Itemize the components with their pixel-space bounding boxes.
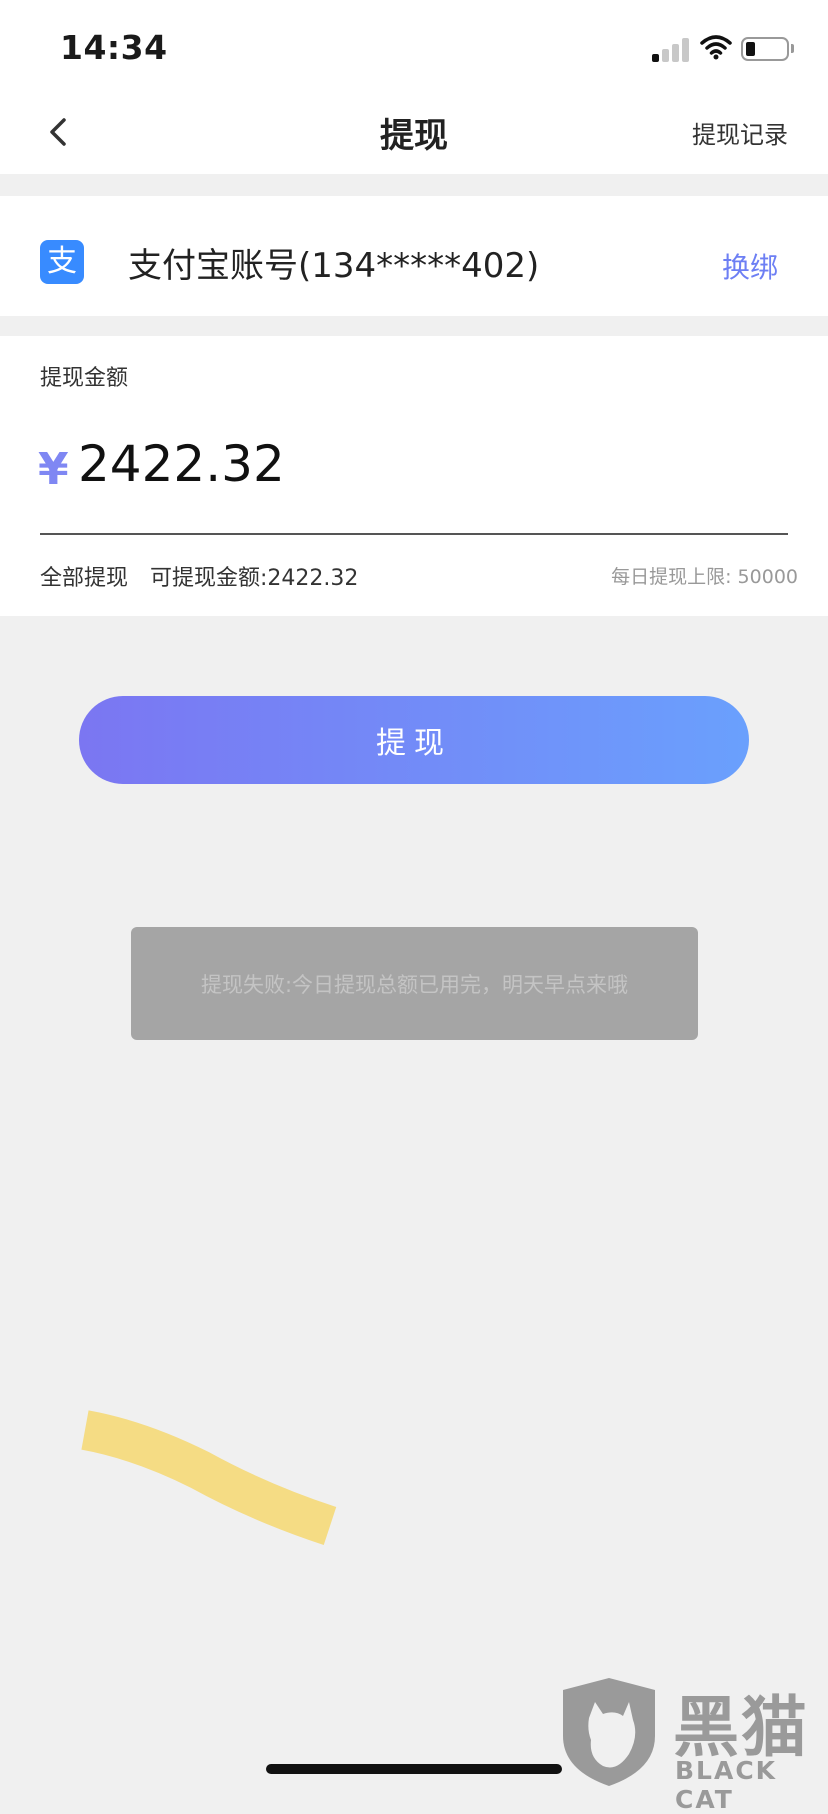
amount-underline: [40, 533, 788, 535]
watermark-en: BLACK CAT: [675, 1756, 778, 1814]
watermark: 黑猫 BLACK CAT: [555, 1672, 828, 1814]
currency-symbol: ¥: [38, 444, 69, 495]
available-amount: 可提现金额:2422.32: [150, 566, 359, 591]
amount-input[interactable]: [78, 434, 578, 494]
battery-level: [746, 42, 755, 56]
daily-limit: 每日提现上限: 50000: [611, 566, 798, 588]
battery-icon: [741, 37, 789, 61]
toast-message: 提现失败:今日提现总额已用完，明天早点来哦: [200, 973, 629, 997]
cat-shield-logo-icon: [563, 1678, 655, 1786]
account-label: 支付宝账号(134*****402): [128, 246, 540, 286]
withdraw-history-link[interactable]: 提现记录: [692, 115, 788, 150]
cellular-signal-icon: [652, 38, 692, 62]
withdraw-submit-button[interactable]: 提现: [79, 696, 749, 784]
navigation-bar: 提现 提现记录: [0, 90, 828, 174]
home-indicator[interactable]: [266, 1764, 562, 1774]
wifi-icon: [700, 35, 732, 60]
highlighter-mark: [81, 1410, 337, 1546]
change-binding-button[interactable]: 换绑: [722, 246, 778, 286]
chevron-left-icon[interactable]: [40, 112, 76, 152]
withdraw-all-button[interactable]: 全部提现: [40, 560, 128, 592]
status-bar: 14:34: [0, 0, 828, 90]
status-time: 14:34: [60, 28, 168, 67]
withdraw-amount-card: 提现金额 ¥ 全部提现 可提现金额:2422.32 每日提现上限: 50000: [0, 336, 828, 616]
error-toast: 提现失败:今日提现总额已用完，明天早点来哦: [131, 927, 698, 1040]
alipay-icon: 支: [40, 240, 84, 284]
payout-account-card: 支 支付宝账号(134*****402) 换绑: [0, 196, 828, 316]
amount-label: 提现金额: [40, 366, 129, 391]
